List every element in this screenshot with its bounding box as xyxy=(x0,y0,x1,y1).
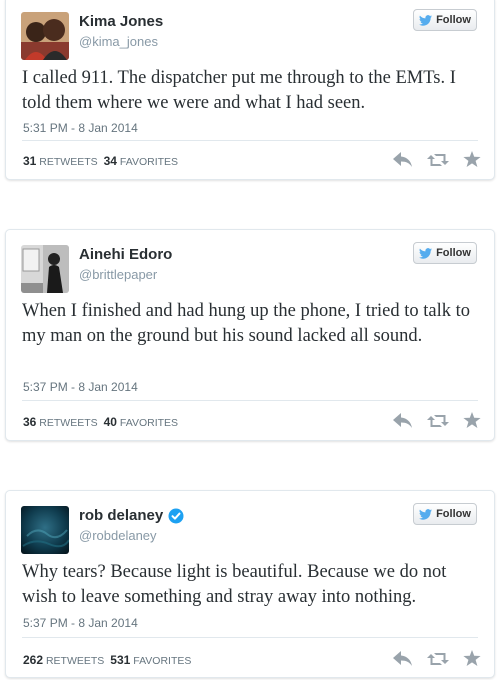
bird-icon xyxy=(419,508,433,520)
favorite-icon[interactable] xyxy=(463,650,481,667)
retweets-label[interactable]: RETWEETS xyxy=(39,156,97,168)
follow-label: Follow xyxy=(436,247,471,259)
user-name[interactable]: Ainehi Edoro xyxy=(79,246,172,263)
favorite-count[interactable]: 531 xyxy=(110,653,130,667)
divider xyxy=(22,140,478,141)
user-handle[interactable]: @kima_jones xyxy=(79,34,158,49)
retweets-label[interactable]: RETWEETS xyxy=(39,417,97,429)
favorite-icon[interactable] xyxy=(463,412,481,429)
divider xyxy=(22,400,478,401)
tweet-text: I called 911. The dispatcher put me thro… xyxy=(22,68,456,113)
avatar[interactable] xyxy=(21,506,69,554)
tweet-timestamp[interactable]: 5:37 PM - 8 Jan 2014 xyxy=(23,616,138,630)
follow-label: Follow xyxy=(436,14,471,26)
retweet-icon[interactable] xyxy=(427,152,449,168)
user-name[interactable]: rob delaney xyxy=(79,507,184,524)
retweet-count[interactable]: 31 xyxy=(23,154,36,168)
avatar[interactable] xyxy=(21,245,69,293)
user-handle[interactable]: @brittlepaper xyxy=(79,267,157,282)
retweet-icon[interactable] xyxy=(427,413,449,429)
favorites-label[interactable]: FAVORITES xyxy=(133,655,191,667)
bird-icon xyxy=(419,14,433,26)
favorite-count[interactable]: 34 xyxy=(104,154,117,168)
user-name[interactable]: Kima Jones xyxy=(79,13,163,30)
favorites-label[interactable]: FAVORITES xyxy=(120,156,178,168)
retweet-icon[interactable] xyxy=(427,651,449,667)
tweet-stats: 36 RETWEETS 40 FAVORITES xyxy=(23,415,178,429)
follow-button[interactable]: Follow xyxy=(413,242,477,264)
tweet-text: When I finished and had hung up the phon… xyxy=(22,301,471,346)
retweet-count[interactable]: 262 xyxy=(23,653,43,667)
tweet-text: Why tears? Because light is beautiful. B… xyxy=(22,562,447,607)
retweet-count[interactable]: 36 xyxy=(23,415,36,429)
divider xyxy=(22,637,478,638)
bird-icon xyxy=(419,247,433,259)
reply-icon[interactable] xyxy=(393,151,413,168)
reply-icon[interactable] xyxy=(393,412,413,429)
tweet-card: Ainehi Edoro @brittlepaper Follow When I… xyxy=(5,229,495,441)
tweet-card: Kima Jones @kima_jones Follow I called 9… xyxy=(5,0,495,180)
tweet-card: rob delaney @robdelaney Follow Why tears… xyxy=(5,490,495,678)
avatar[interactable] xyxy=(21,12,69,60)
favorite-count[interactable]: 40 xyxy=(104,415,117,429)
tweet-stats: 262 RETWEETS 531 FAVORITES xyxy=(23,653,191,667)
tweet-timestamp[interactable]: 5:37 PM - 8 Jan 2014 xyxy=(23,380,138,394)
follow-button[interactable]: Follow xyxy=(413,9,477,31)
favorites-label[interactable]: FAVORITES xyxy=(120,417,178,429)
tweet-actions xyxy=(393,151,481,168)
user-handle[interactable]: @robdelaney xyxy=(79,528,157,543)
follow-label: Follow xyxy=(436,508,471,520)
verified-icon xyxy=(168,508,184,523)
tweet-actions xyxy=(393,650,481,667)
follow-button[interactable]: Follow xyxy=(413,503,477,525)
favorite-icon[interactable] xyxy=(463,151,481,168)
tweet-stats: 31 RETWEETS 34 FAVORITES xyxy=(23,154,178,168)
reply-icon[interactable] xyxy=(393,650,413,667)
tweet-timestamp[interactable]: 5:31 PM - 8 Jan 2014 xyxy=(23,121,138,135)
retweets-label[interactable]: RETWEETS xyxy=(46,655,104,667)
tweet-actions xyxy=(393,412,481,429)
